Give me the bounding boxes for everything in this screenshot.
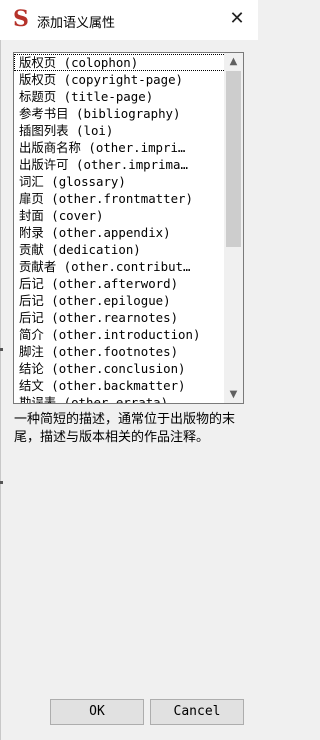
app-icon: S	[13, 6, 29, 32]
list-item[interactable]: 附录 (other.appendix)	[14, 224, 226, 241]
list-item[interactable]: 插图列表 (loi)	[14, 122, 226, 139]
description-text: 一种简短的描述，通常位于出版物的末尾，描述与版本相关的作品注释。	[14, 412, 236, 445]
ok-button[interactable]: OK	[50, 699, 144, 725]
list-item[interactable]: 后记 (other.afterword)	[14, 275, 226, 292]
list-item[interactable]: 词汇 (glossary)	[14, 173, 226, 190]
list-item[interactable]: 勘误表 (other.errata)	[14, 394, 226, 403]
list-item[interactable]: 版权页 (colophon)	[14, 54, 226, 71]
list-item[interactable]: 封面 (cover)	[14, 207, 226, 224]
list-item[interactable]: 结论 (other.conclusion)	[14, 360, 226, 377]
edge-mark	[0, 481, 3, 484]
list-item[interactable]: 脚注 (other.footnotes)	[14, 343, 226, 360]
scroll-down-arrow-icon[interactable]: ▼	[224, 386, 243, 403]
edge-mark	[0, 348, 3, 351]
list-item[interactable]: 简介 (other.introduction)	[14, 326, 226, 343]
list-item[interactable]: 后记 (other.rearnotes)	[14, 309, 226, 326]
left-window-edge	[0, 40, 1, 740]
semantic-list[interactable]: 版权页 (colophon) 版权页 (copyright-page) 标题页 (t…	[13, 52, 244, 404]
list-item[interactable]: 后记 (other.epilogue)	[14, 292, 226, 309]
scroll-thumb[interactable]	[226, 71, 241, 247]
window-title: 添加语义属性	[37, 16, 116, 31]
list-item[interactable]: 标题页 (title-page)	[14, 88, 226, 105]
cancel-button[interactable]: Cancel	[150, 699, 244, 725]
vertical-scrollbar[interactable]: ▲ ▼	[224, 53, 243, 403]
close-icon[interactable]: ✕	[224, 6, 250, 32]
scroll-up-arrow-icon[interactable]: ▲	[224, 53, 243, 70]
list-items: 版权页 (colophon) 版权页 (copyright-page) 标题页 (t…	[14, 54, 226, 403]
list-item[interactable]: 贡献 (dedication)	[14, 241, 226, 258]
list-item[interactable]: 扉页 (other.frontmatter)	[14, 190, 226, 207]
list-item[interactable]: 贡献者 (other.contribut…	[14, 258, 226, 275]
list-item[interactable]: 结文 (other.backmatter)	[14, 377, 226, 394]
list-item[interactable]: 出版商名称 (other.impri…	[14, 139, 226, 156]
list-item[interactable]: 参考书目 (bibliography)	[14, 105, 226, 122]
list-item[interactable]: 出版许可 (other.imprima…	[14, 156, 226, 173]
list-item[interactable]: 版权页 (copyright-page)	[14, 71, 226, 88]
title-bar: S 添加语义属性 ✕	[0, 0, 258, 40]
